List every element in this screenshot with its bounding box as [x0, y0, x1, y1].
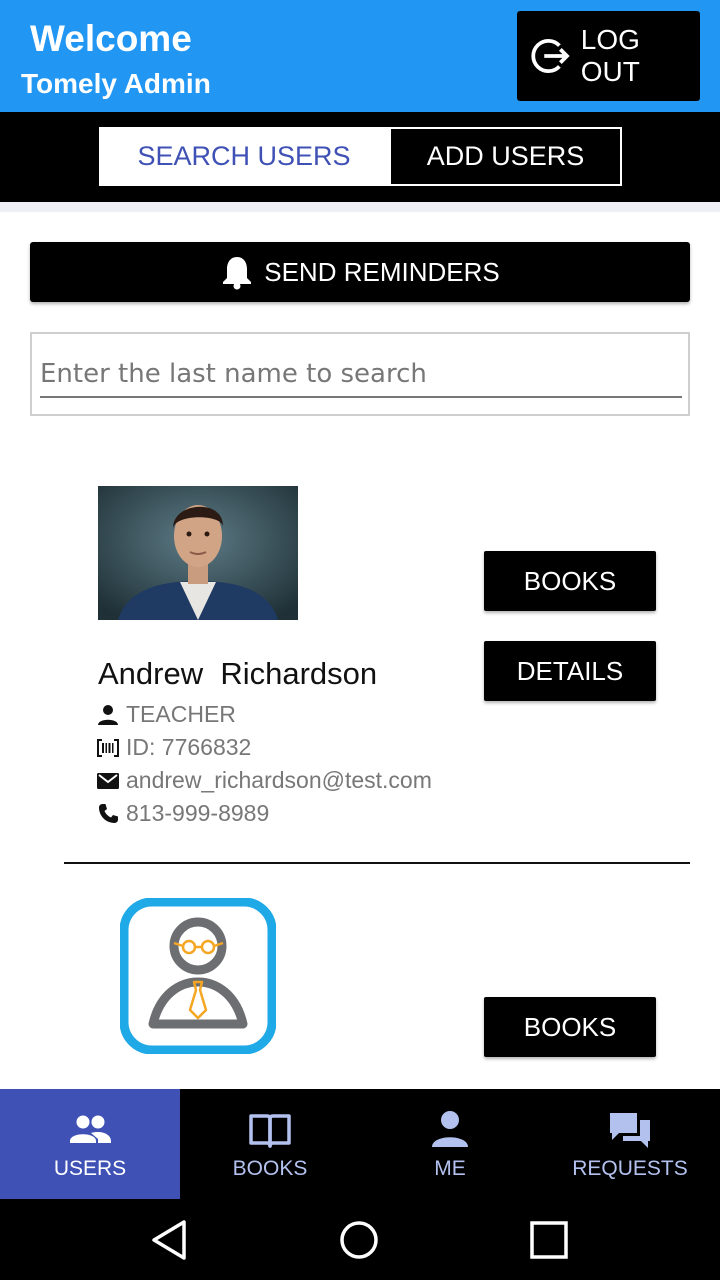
tab-bar: SEARCH USERS ADD USERS [0, 112, 720, 202]
welcome-title: Welcome [30, 18, 192, 59]
back-icon[interactable] [148, 1218, 192, 1262]
book-icon [249, 1114, 291, 1148]
bottom-navigation: USERS BOOKS ME REQUESTS [0, 1089, 720, 1200]
nav-requests[interactable]: REQUESTS [540, 1089, 720, 1199]
divider-strip [0, 202, 720, 212]
user-phone-row: 813-999-8989 [96, 800, 269, 827]
user-photo [98, 486, 298, 620]
person-icon [432, 1111, 468, 1147]
email-icon [97, 772, 119, 789]
nav-users-label: USERS [53, 1157, 127, 1180]
chat-icon [610, 1113, 650, 1148]
user-role: TEACHER [126, 701, 236, 727]
users-icon [70, 1115, 111, 1143]
details-button[interactable]: DETAILS [484, 641, 656, 701]
user-id-row: ID: 7766832 [96, 734, 251, 761]
recents-icon[interactable] [527, 1218, 571, 1262]
search-input[interactable] [40, 352, 682, 398]
person-icon [98, 704, 118, 725]
nav-books-label: BOOKS [232, 1157, 308, 1180]
phone-icon [99, 803, 118, 823]
books-button[interactable]: BOOKS [484, 551, 656, 611]
nav-books[interactable]: BOOKS [180, 1089, 360, 1199]
user-email: andrew_richardson@test.com [126, 767, 432, 793]
nav-me[interactable]: ME [360, 1089, 540, 1199]
teacher-avatar-icon [119, 897, 277, 1055]
logout-label: LOG OUT [580, 24, 640, 87]
tab-search-users[interactable]: SEARCH USERS [99, 127, 389, 186]
user-email-row: andrew_richardson@test.com [96, 767, 432, 794]
nav-me-label: ME [434, 1157, 466, 1180]
bell-icon [223, 257, 252, 290]
user-divider [64, 862, 690, 864]
user-phone: 813-999-8989 [126, 800, 270, 826]
tab-add-users[interactable]: ADD USERS [389, 127, 622, 186]
logout-button[interactable]: LOG OUT [517, 11, 700, 101]
user-name: Andrew Richardson [98, 656, 378, 691]
send-reminders-button[interactable]: SEND REMINDERS [30, 242, 690, 302]
system-navigation-bar [0, 1200, 720, 1280]
user-id: ID: 7766832 [126, 734, 252, 760]
user-role-row: TEACHER [96, 701, 236, 728]
books-button[interactable]: BOOKS [484, 997, 656, 1057]
nav-users[interactable]: USERS [0, 1089, 180, 1199]
home-icon[interactable] [337, 1218, 381, 1262]
admin-name: Tomely Admin [21, 68, 211, 99]
send-reminders-label: SEND REMINDERS [264, 256, 500, 287]
app-header: Welcome Tomely Admin LOG OUT [0, 0, 720, 112]
logout-icon [531, 38, 570, 74]
nav-requests-label: REQUESTS [572, 1157, 688, 1180]
search-container [30, 332, 690, 416]
barcode-icon [97, 738, 119, 757]
